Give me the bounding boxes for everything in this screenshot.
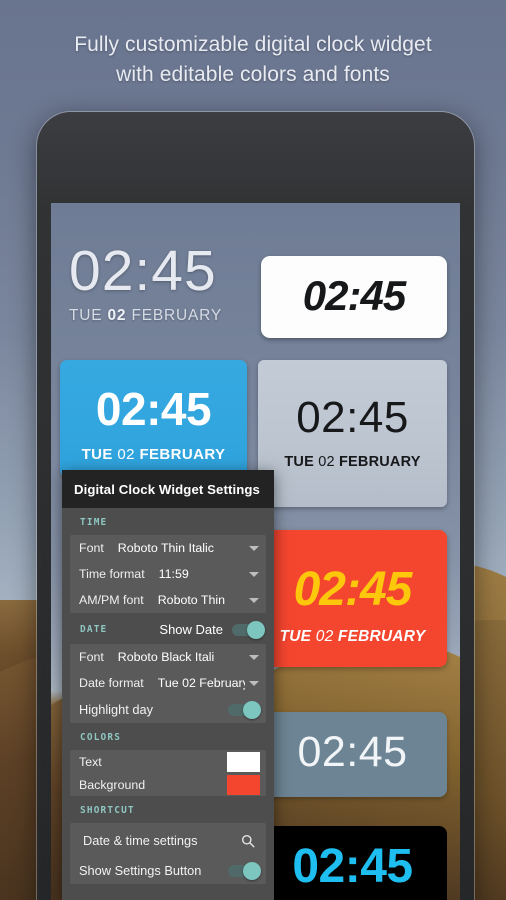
show-date-toggle[interactable]	[232, 620, 265, 639]
widget-thin-light[interactable]: 02:45 TUE 02 FEBRUARY	[69, 243, 264, 338]
shortcut-value: Date & time settings	[83, 833, 198, 848]
shortcut-card: Date & time settings Show Settings Butto…	[70, 823, 266, 884]
show-settings-button-toggle[interactable]	[228, 861, 261, 880]
widget-slate-card[interactable]: 02:45	[258, 712, 447, 797]
widget-time: 02:45	[292, 840, 413, 893]
widget-date-day: TUE	[284, 454, 314, 470]
section-header-shortcut: SHORTCUT	[70, 796, 266, 823]
widget-date-month: FEBRUARY	[337, 628, 426, 645]
headline-line-2: with editable colors and fonts	[116, 63, 390, 86]
highlight-day-toggle[interactable]	[228, 700, 261, 719]
search-icon[interactable]	[241, 834, 255, 848]
widget-black-card[interactable]: 02:45	[258, 826, 447, 900]
row-highlight-day[interactable]: Highlight day	[70, 696, 266, 723]
chevron-down-icon[interactable]	[249, 545, 259, 551]
dialog-title: Digital Clock Widget Settings	[62, 470, 274, 508]
row-label: Font	[79, 541, 104, 555]
widget-time: 02:45	[69, 243, 217, 303]
background-color-label: Background	[79, 777, 146, 792]
time-settings-card: Font Roboto Thin Italic Time format 11:5…	[70, 535, 266, 613]
chevron-down-icon[interactable]	[249, 597, 259, 603]
row-date-format[interactable]: Date format Tue 02 February	[70, 670, 266, 696]
show-date-control[interactable]: Show Date	[159, 620, 266, 639]
widget-time: 02:45	[293, 563, 413, 616]
widget-date: TUE 02 FEBRUARY	[69, 307, 264, 325]
chevron-down-icon[interactable]	[249, 571, 259, 577]
row-value: 11:59	[158, 567, 189, 581]
widget-time: 02:45	[296, 393, 409, 442]
row-value: Tue 02 February	[157, 676, 245, 690]
shortcut-field[interactable]: Date & time settings	[70, 824, 266, 857]
section-header-colors-label: COLORS	[80, 732, 122, 743]
widget-date-day: TUE	[279, 628, 312, 645]
colors-card: Text Background	[70, 750, 266, 796]
section-header-colors: COLORS	[70, 723, 266, 750]
chevron-down-icon[interactable]	[249, 680, 259, 686]
section-header-date-label: DATE	[80, 624, 108, 635]
section-header-time: TIME	[70, 508, 266, 535]
widget-date: TUE 02 FEBRUARY	[60, 446, 247, 463]
row-label: AM/PM font	[79, 593, 144, 607]
row-time-format[interactable]: Time format 11:59	[70, 561, 266, 587]
widget-gray-card[interactable]: 02:45 TUE 02 FEBRUARY	[258, 360, 447, 507]
row-label: Date format	[79, 676, 144, 690]
row-date-font[interactable]: Font Roboto Black Itali	[70, 644, 266, 670]
text-color-label: Text	[79, 754, 102, 769]
dialog-body: TIME Font Roboto Thin Italic Time format…	[62, 508, 274, 892]
headline-line-1: Fully customizable digital clock widget	[74, 33, 432, 56]
section-header-shortcut-label: SHORTCUT	[80, 805, 135, 816]
row-background-color[interactable]: Background	[70, 773, 266, 796]
show-date-label: Show Date	[159, 622, 223, 637]
widget-white-card[interactable]: 02:45	[261, 256, 447, 338]
row-label: Time format	[79, 567, 145, 581]
widget-date-day: TUE	[69, 307, 103, 324]
widget-date-day: TUE	[81, 446, 113, 463]
widget-date-number: 02	[117, 446, 135, 463]
show-settings-button-label: Show Settings Button	[79, 863, 202, 878]
widget-red-card[interactable]: 02:45 TUE 02 FEBRUARY	[258, 530, 447, 667]
widget-date-number: 02	[107, 307, 127, 324]
widget-time: 02:45	[297, 728, 408, 776]
widget-date-number: 02	[315, 628, 334, 645]
row-time-font[interactable]: Font Roboto Thin Italic	[70, 535, 266, 561]
widget-time: 02:45	[302, 272, 406, 319]
row-value: Roboto Thin Italic	[117, 541, 214, 555]
promo-screenshot: Fully customizable digital clock widget …	[0, 0, 506, 900]
widget-date-month: FEBRUARY	[131, 307, 222, 324]
widget-date-month: FEBRUARY	[139, 446, 226, 463]
widget-date-number: 02	[318, 454, 335, 470]
highlight-day-label: Highlight day	[79, 702, 153, 717]
widget-date-month: FEBRUARY	[338, 454, 421, 470]
widget-date: TUE 02 FEBRUARY	[258, 454, 447, 470]
widget-time: 02:45	[95, 383, 212, 435]
row-show-settings-button[interactable]: Show Settings Button	[70, 857, 266, 884]
section-header-date: DATE Show Date	[70, 613, 266, 644]
widget-blue-card[interactable]: 02:45 TUE 02 FEBRUARY	[60, 360, 247, 477]
text-color-swatch[interactable]	[227, 751, 260, 772]
widget-date: TUE 02 FEBRUARY	[258, 628, 447, 646]
date-settings-card: Font Roboto Black Itali Date format Tue …	[70, 644, 266, 723]
row-text-color[interactable]: Text	[70, 750, 266, 773]
section-header-time-label: TIME	[80, 517, 108, 528]
settings-dialog: Digital Clock Widget Settings TIME Font …	[62, 470, 274, 900]
row-value: Roboto Thin	[157, 593, 226, 607]
row-ampm-font[interactable]: AM/PM font Roboto Thin	[70, 587, 266, 613]
chevron-down-icon[interactable]	[249, 654, 259, 660]
background-color-swatch[interactable]	[227, 774, 260, 795]
promo-headline: Fully customizable digital clock widget …	[0, 30, 506, 90]
row-label: Font	[79, 650, 104, 664]
row-value: Roboto Black Itali	[117, 650, 215, 664]
